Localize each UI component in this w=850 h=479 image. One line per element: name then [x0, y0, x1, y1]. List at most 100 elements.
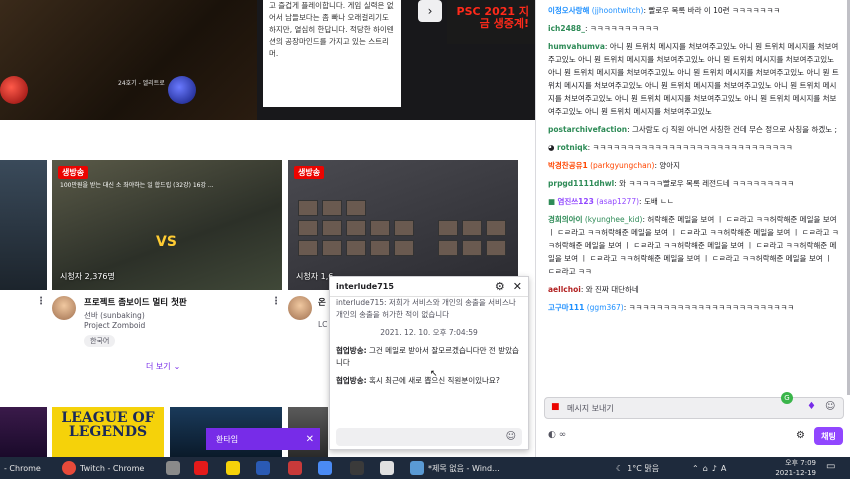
chat-user-id: (kyunghee_kid) — [582, 215, 643, 224]
chat-footer-label: ∞ — [558, 430, 567, 440]
emote-icon: ◕ — [548, 143, 557, 152]
youtube-icon[interactable] — [194, 461, 208, 475]
stream-thumbnail[interactable]: 생방송 100만원을 받는 대신 소 좌야하는 일 합드립 (32강) 16강 … — [52, 160, 282, 290]
message-sender[interactable]: 협업방송: — [336, 346, 367, 355]
whisper-input[interactable]: ☺ — [336, 428, 522, 446]
show-more-button[interactable]: 더 보기 ⌄ — [146, 361, 180, 372]
taskbar-item-twitch[interactable]: Twitch - Chrome — [62, 457, 144, 479]
chat-username[interactable]: 박경찬공유1 — [548, 161, 588, 170]
whisper-message: 협업방송: 혹시 최근에 새로 뽑으신 직원분이있나요? — [336, 375, 522, 387]
emote-icon[interactable]: ☺ — [506, 431, 516, 442]
kakaotalk-icon[interactable] — [226, 461, 240, 475]
avatar[interactable] — [288, 296, 312, 320]
chat-input[interactable]: ■ 메시지 보내기 G ♦ ☺ — [544, 392, 844, 419]
whisper-tab[interactable]: 환타임 ✕ — [206, 428, 320, 450]
chat-username[interactable]: postarchivefaction — [548, 125, 627, 134]
chat-username[interactable]: 고구마111 — [548, 303, 584, 312]
system-tray[interactable]: ⌃ ⌂ ♪ A — [692, 457, 726, 479]
notepad-icon — [410, 461, 424, 475]
whisper-message: 협업방송: 그건 메일로 받아서 잘모르겠습니다만 전 받았습니다 — [336, 345, 522, 369]
app-icon[interactable] — [380, 461, 394, 475]
ad-banner[interactable]: PSC 2021 지금 생중계! — [447, 0, 535, 44]
avatar[interactable] — [52, 296, 76, 320]
taskbar-item-notepad[interactable]: *제목 없음 - Wind... — [410, 457, 500, 479]
chat-send-button[interactable]: 채팅 — [814, 427, 843, 445]
chat-message: postarchivefaction: 그사람도 cj 직원 아니면 사칭한 건… — [548, 123, 840, 136]
stream-thumbnail[interactable] — [0, 160, 47, 290]
chat-username[interactable]: 경희의아이 — [548, 215, 583, 224]
vs-label: VS — [156, 234, 177, 250]
taskbar-item-chrome[interactable]: - Chrome — [4, 457, 41, 479]
webcam-tile — [370, 220, 390, 236]
featured-stream-preview[interactable]: 24호기 - 엘리트로 — [0, 0, 257, 120]
language-tag[interactable]: 한국어 — [84, 335, 116, 347]
live-badge: 생방송 — [58, 166, 89, 179]
chat-text: : 도배 ㄴㄴ — [639, 197, 674, 206]
chat-identity[interactable]: ◐ ∞ — [548, 430, 566, 440]
webcam-tile — [486, 240, 506, 256]
chat-username[interactable]: prpgd1111dhwl — [548, 179, 614, 188]
chat-message: ◕ rotniqk: ㅋㅋㅋㅋㅋㅋㅋㅋㅋㅋㅋㅋㅋㅋㅋㅋㅋㅋㅋㅋㅋㅋㅋㅋㅋㅋㅋㅋㅋ — [548, 141, 840, 154]
category-logo-text: LEAGUE OF LEGENDS — [61, 410, 155, 440]
chat-username[interactable]: 이정오사랑해 — [548, 6, 589, 15]
chat-user-id: (parkgyungchan) — [587, 161, 655, 170]
chat-username[interactable]: humvahumva — [548, 42, 605, 51]
chat-message: ich2488_: ㅋㅋㅋㅋㅋㅋㅋㅋㅋㅋ — [548, 22, 840, 35]
whisper-window: interlude715 ⚙ ✕ interlude715: 저희가 서비스와 … — [329, 276, 529, 450]
system-clock[interactable]: 오후 7:09 2021-12-19 — [770, 458, 816, 478]
whisper-messages: interlude715: 저희가 서비스와 개인의 송출을 서비스나 개인의 … — [336, 297, 522, 425]
chat-username[interactable]: 염진쓰123 — [557, 197, 593, 206]
weather-label: 1°C 맑음 — [627, 463, 660, 473]
chat-message: 경희의아이 (kyunghee_kid): 허락해준 메일을 보여 ㅣ ㄷㄹ라고… — [548, 213, 840, 278]
gear-icon[interactable]: ⚙ — [495, 280, 505, 293]
category-link[interactable]: Project Zomboid — [84, 321, 145, 330]
message-sender[interactable]: 협업방송: — [336, 376, 367, 385]
gear-icon[interactable]: ⚙ — [796, 430, 805, 441]
app-icon[interactable] — [318, 461, 332, 475]
chat-username[interactable]: rotniqk — [557, 143, 588, 152]
close-icon[interactable]: ✕ — [513, 280, 522, 293]
whisper-username[interactable]: interlude715 — [336, 282, 487, 291]
category-tile[interactable] — [0, 407, 47, 457]
app-icon[interactable] — [288, 461, 302, 475]
health-orb — [0, 76, 28, 104]
more-options-icon[interactable]: ⋮ — [271, 296, 281, 307]
chat-message: 이정오사랑해 (jjhoontwitch): 빨로우 목록 바라 이 10련 ㅋ… — [548, 4, 840, 17]
webcam-tile — [322, 200, 342, 216]
more-options-icon[interactable]: ⋮ — [36, 296, 46, 307]
mouse-cursor-icon: ↖ — [430, 369, 438, 379]
app-icon[interactable] — [166, 461, 180, 475]
notification-icon[interactable]: ▭ — [826, 461, 835, 472]
chat-username[interactable]: ich2488_ — [548, 24, 585, 33]
carousel-next-button[interactable]: › — [418, 0, 442, 22]
status-badge: G — [781, 392, 793, 404]
camera-icon[interactable]: ■ — [551, 402, 560, 412]
chat-username[interactable]: aellchoi — [548, 285, 581, 294]
webcam-tile — [346, 220, 366, 236]
webcam-tile — [322, 220, 342, 236]
chat-message: prpgd1111dhwl: 와 ㅋㅋㅋㅋㅋ빨로우 목록 레전드네 ㅋㅋㅋㅋㅋㅋ… — [548, 177, 840, 190]
webcam-tile — [438, 240, 458, 256]
word-icon[interactable] — [256, 461, 270, 475]
chat-user-id: (ggm367) — [584, 303, 624, 312]
bits-icon[interactable]: ♦ — [807, 401, 816, 412]
browse-area: 24호기 - 엘리트로 고 즐겁게 플레이합니다. 게임 실력은 없어서 남들보… — [0, 0, 535, 457]
channel-name[interactable]: LC — [318, 320, 327, 329]
streamer-description: 고 즐겁게 플레이합니다. 게임 실력은 없어서 남들보다는 좀 빠나 오래걸리… — [269, 1, 394, 58]
category-tile[interactable]: LEAGUE OF LEGENDS — [52, 407, 164, 457]
stream-thumbnail[interactable]: 생방송 시청자 1,6 — [288, 160, 518, 290]
chat-input-placeholder: 메시지 보내기 — [567, 404, 614, 413]
close-icon[interactable]: ✕ — [306, 434, 314, 445]
channel-name[interactable]: 선바 (sunbaking) — [84, 310, 145, 321]
stream-title[interactable]: 프로젝트 좀보이드 멀티 첫판 — [84, 296, 187, 308]
chat-user-id: (jjhoontwitch) — [589, 6, 644, 15]
chat-message: aellchoi: 와 진짜 대단하네 — [548, 283, 840, 296]
emote-icon[interactable]: ☺ — [825, 401, 835, 412]
stream-title[interactable]: 온 — [318, 296, 326, 308]
whisper-timestamp: 2021. 12. 10. 오후 7:04:59 — [380, 328, 478, 337]
streamer-description-card: 고 즐겁게 플레이합니다. 게임 실력은 없어서 남들보다는 좀 빠나 오래걸리… — [263, 0, 401, 107]
weather-widget[interactable]: ☾ 1°C 맑음 — [616, 457, 659, 479]
network-icon: ⌂ — [702, 463, 708, 473]
app-icon[interactable] — [350, 461, 364, 475]
chat-message: ■ 염진쓰123 (asap1277): 도배 ㄴㄴ — [548, 195, 840, 208]
